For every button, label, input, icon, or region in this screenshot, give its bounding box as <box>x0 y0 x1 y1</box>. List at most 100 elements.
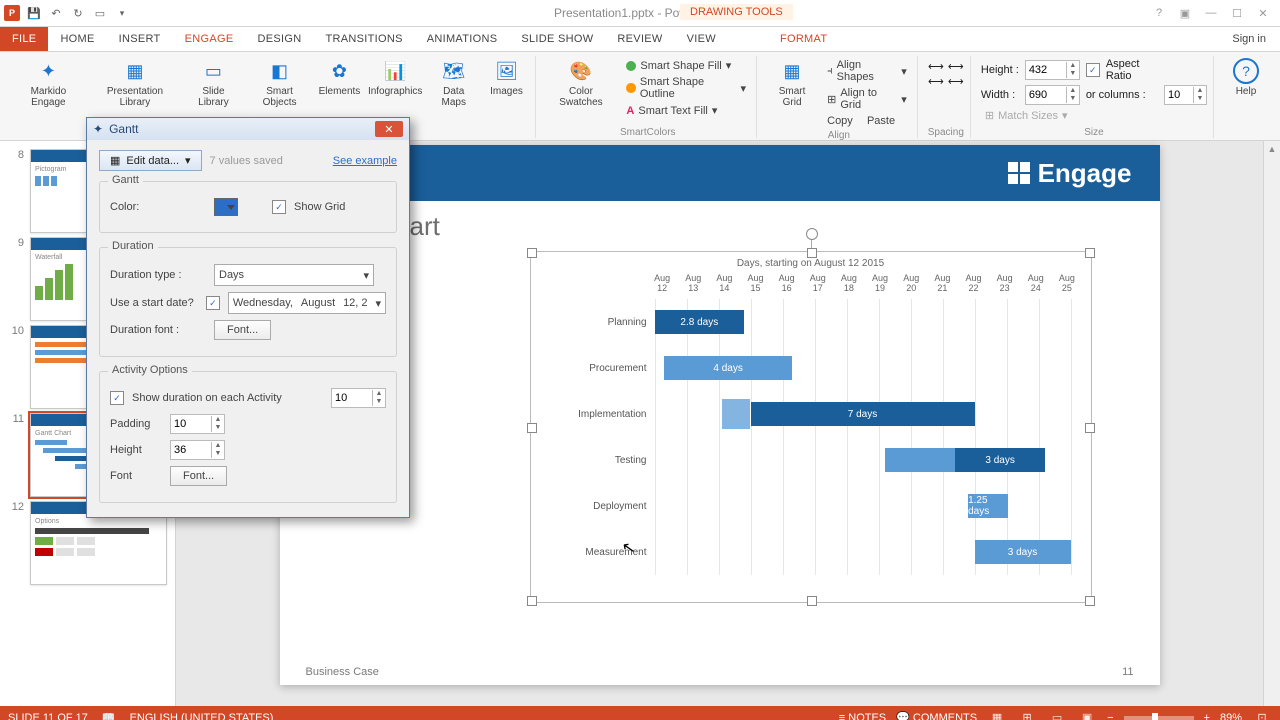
qat-dropdown-icon[interactable]: ▾ <box>114 5 130 21</box>
sign-in-link[interactable]: Sign in <box>1218 27 1280 51</box>
paste-button[interactable]: Paste <box>867 115 895 127</box>
show-duration-checkbox[interactable]: ✓ <box>110 391 124 405</box>
redo-icon[interactable]: ↻ <box>70 5 86 21</box>
align-shapes-button[interactable]: ⫞ Align Shapes ▾ <box>823 58 911 84</box>
show-grid-label: Show Grid <box>294 201 345 213</box>
activity-font-label: Font <box>110 470 162 482</box>
height-input[interactable]: ▲▼ <box>1025 60 1080 80</box>
color-swatches-button[interactable]: 🎨Color Swatches <box>546 56 617 118</box>
comments-button[interactable]: 💬 COMMENTS <box>896 711 977 720</box>
zoom-slider[interactable] <box>1124 716 1194 720</box>
infographics-button[interactable]: 📊Infographics <box>367 56 422 108</box>
zoom-in-button[interactable]: + <box>1204 712 1210 720</box>
language-status[interactable]: ENGLISH (UNITED STATES) <box>130 712 274 720</box>
slide-title[interactable]: Gantt Chart <box>306 211 1134 242</box>
slide: Engage Gantt Chart Days, starting on Aug… <box>280 145 1160 685</box>
slide-header: Engage <box>280 145 1160 201</box>
undo-icon[interactable]: ↶ <box>48 5 64 21</box>
aspect-ratio-checkbox[interactable]: ✓ <box>1086 63 1100 77</box>
slide-counter[interactable]: SLIDE 11 OF 17 <box>8 712 88 720</box>
presentation-library-button[interactable]: ▦Presentation Library <box>91 56 179 108</box>
gantt-row: Planning2.8 days <box>539 299 1083 345</box>
values-saved-label: 7 values saved <box>210 155 283 167</box>
copy-button[interactable]: Copy <box>827 115 853 127</box>
start-date-picker[interactable]: Wednesday,August12, 2▾ <box>228 292 386 314</box>
gantt-dialog: ✦ Gantt ✕ ▦ Edit data... ▾ 7 values save… <box>86 117 410 518</box>
show-grid-checkbox[interactable]: ✓ <box>272 200 286 214</box>
spellcheck-icon[interactable]: 📖 <box>102 711 116 720</box>
zoom-level[interactable]: 89% <box>1220 712 1242 720</box>
ribbon-options-icon[interactable]: ▣ <box>1174 7 1196 20</box>
gantt-chart-object[interactable]: Days, starting on August 12 2015 Aug12Au… <box>530 251 1092 603</box>
use-start-date-checkbox[interactable]: ✓ <box>206 296 220 310</box>
smart-shape-fill-button[interactable]: Smart Shape Fill ▾ <box>622 58 750 73</box>
maximize-icon[interactable]: ☐ <box>1226 7 1248 20</box>
smart-text-fill-button[interactable]: ASmart Text Fill ▾ <box>622 103 750 118</box>
spacing-v-icon[interactable]: ⟷ <box>928 75 944 88</box>
markido-engage-button[interactable]: ✦Markido Engage <box>12 56 85 108</box>
edit-data-button[interactable]: ▦ Edit data... ▾ <box>99 150 202 171</box>
section-duration: Duration <box>108 240 158 252</box>
tab-animations[interactable]: ANIMATIONS <box>415 27 510 51</box>
match-sizes-button[interactable]: ⊞ Match Sizes ▾ <box>981 108 1207 123</box>
vertical-scrollbar[interactable]: ▲ <box>1263 141 1280 706</box>
gantt-bar[interactable]: 7 days <box>751 402 975 426</box>
images-button[interactable]: 🖼Images <box>485 56 529 108</box>
padding-input[interactable]: ▲▼ <box>170 414 225 434</box>
gantt-row-label: Measurement <box>539 547 655 558</box>
elements-button[interactable]: ✿Elements <box>317 56 361 108</box>
width-input[interactable]: ▲▼ <box>1025 85 1080 105</box>
show-duration-value[interactable]: ▲▼ <box>331 388 386 408</box>
tab-engage[interactable]: ENGAGE <box>173 27 246 51</box>
slide-library-button[interactable]: ▭Slide Library <box>185 56 241 108</box>
color-picker[interactable] <box>214 198 238 216</box>
tab-format[interactable]: FORMAT <box>768 27 839 51</box>
gantt-row: Testing3 days <box>539 437 1083 483</box>
activity-height-input[interactable]: ▲▼ <box>170 440 225 460</box>
duration-type-select[interactable]: Days▾ <box>214 264 374 286</box>
help-icon[interactable]: ? <box>1148 7 1170 20</box>
gantt-bar[interactable]: 1.25 days <box>968 494 1008 518</box>
gantt-bar[interactable]: 3 days <box>975 540 1071 564</box>
tab-file[interactable]: FILE <box>0 27 48 51</box>
tab-design[interactable]: DESIGN <box>245 27 313 51</box>
tab-insert[interactable]: INSERT <box>107 27 173 51</box>
start-slideshow-icon[interactable]: ▭ <box>92 5 108 21</box>
data-maps-button[interactable]: 🗺Data Maps <box>429 56 479 108</box>
align-to-grid-button[interactable]: ⊞ Align to Grid ▾ <box>823 86 911 112</box>
use-start-date-label: Use a start date? <box>110 297 198 309</box>
sorter-view-icon[interactable]: ⊞ <box>1017 710 1037 720</box>
save-icon[interactable]: 💾 <box>26 5 42 21</box>
see-example-link[interactable]: See example <box>333 155 397 167</box>
minimize-icon[interactable]: — <box>1200 7 1222 20</box>
reading-view-icon[interactable]: ▭ <box>1047 710 1067 720</box>
rotate-handle-icon[interactable] <box>806 228 818 240</box>
fit-to-window-icon[interactable]: ⊡ <box>1252 710 1272 720</box>
spacing-h2-icon[interactable]: ⟷ <box>948 60 964 73</box>
smart-grid-button[interactable]: ▦Smart Grid <box>767 56 817 128</box>
columns-input[interactable]: ▲▼ <box>1164 85 1207 105</box>
activity-height-label: Height <box>110 444 162 456</box>
dialog-close-button[interactable]: ✕ <box>375 121 403 137</box>
zoom-out-button[interactable]: − <box>1107 712 1113 720</box>
spacing-h-icon[interactable]: ⟷ <box>928 60 944 73</box>
help-button[interactable]: ?Help <box>1224 56 1268 97</box>
close-icon[interactable]: ✕ <box>1252 7 1274 20</box>
tab-review[interactable]: REVIEW <box>605 27 674 51</box>
activity-font-button[interactable]: Font... <box>170 466 227 486</box>
tab-slideshow[interactable]: SLIDE SHOW <box>509 27 605 51</box>
gantt-bar[interactable]: 2.8 days <box>655 310 745 334</box>
normal-view-icon[interactable]: ▦ <box>987 710 1007 720</box>
spacing-v2-icon[interactable]: ⟷ <box>948 75 964 88</box>
gantt-bar[interactable]: 4 days <box>664 356 792 380</box>
tab-home[interactable]: HOME <box>48 27 106 51</box>
smart-objects-button[interactable]: ◧Smart Objects <box>248 56 312 108</box>
duration-font-button[interactable]: Font... <box>214 320 271 340</box>
slideshow-view-icon[interactable]: ▣ <box>1077 710 1097 720</box>
tab-transitions[interactable]: TRANSITIONS <box>313 27 414 51</box>
dialog-titlebar[interactable]: ✦ Gantt ✕ <box>87 118 409 140</box>
notes-button[interactable]: ≡ NOTES <box>839 712 886 720</box>
tab-view[interactable]: VIEW <box>675 27 728 51</box>
footer-page-number: 11 <box>1122 666 1133 678</box>
smart-shape-outline-button[interactable]: Smart Shape Outline ▾ <box>622 75 750 101</box>
